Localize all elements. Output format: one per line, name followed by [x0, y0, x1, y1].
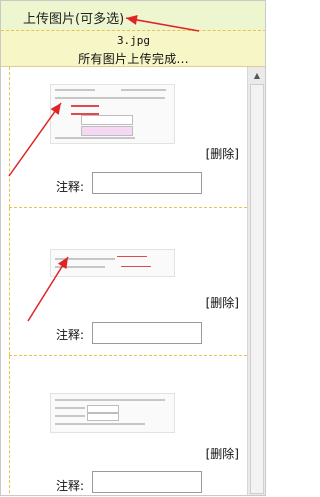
upload-status: 3.jpg 所有图片上传完成...: [1, 31, 265, 67]
image-list: [删除] 注释: [删除] 注释: [删除] 注释:: [1, 67, 247, 495]
scroll-up-icon[interactable]: ▲: [248, 67, 265, 83]
image-thumbnail[interactable]: [50, 84, 175, 144]
image-thumbnail[interactable]: [50, 393, 175, 433]
delete-button[interactable]: [删除]: [206, 294, 239, 311]
image-item: [删除] 注释:: [9, 67, 247, 207]
note-label: 注释:: [56, 180, 85, 194]
vertical-scrollbar[interactable]: ▲: [247, 67, 265, 495]
status-message: 所有图片上传完成...: [78, 52, 189, 66]
note-input[interactable]: [92, 172, 202, 194]
image-item: [删除] 注释:: [9, 208, 247, 355]
upload-header: 上传图片(可多选): [1, 1, 265, 31]
scroll-thumb[interactable]: [250, 84, 264, 494]
image-item: [删除] 注释:: [9, 356, 247, 495]
delete-button[interactable]: [删除]: [206, 445, 239, 462]
delete-button[interactable]: [删除]: [206, 145, 239, 162]
status-file-name: 3.jpg: [116, 34, 151, 47]
note-input[interactable]: [92, 322, 202, 344]
note-label: 注释:: [56, 328, 85, 342]
note-label: 注释:: [56, 479, 85, 493]
upload-title: 上传图片(可多选): [23, 12, 125, 27]
upload-panel: 上传图片(可多选) 3.jpg 所有图片上传完成... [删除] 注释: [删除…: [0, 0, 266, 496]
image-thumbnail[interactable]: [50, 249, 175, 277]
note-input[interactable]: [92, 471, 202, 493]
